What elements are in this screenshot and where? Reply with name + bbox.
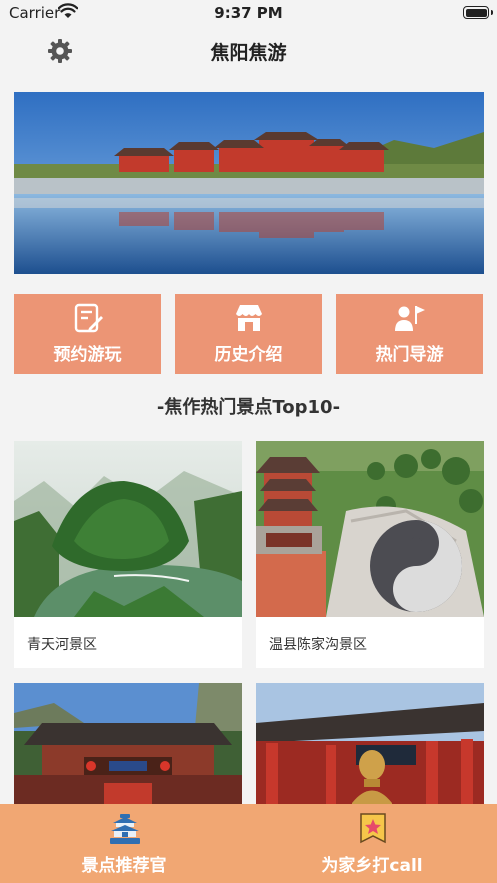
section-title: -焦作热门景点Top10-: [156, 397, 341, 418]
palace-lake-photo: [14, 92, 484, 274]
spot-name: 温县陈家沟景区: [269, 637, 367, 653]
spot-card[interactable]: [14, 683, 242, 804]
spot-photo: [256, 683, 484, 804]
spot-card[interactable]: [256, 683, 484, 804]
popular-guides-label: 热门导游: [375, 345, 444, 365]
page-title: 焦阳焦游: [210, 42, 287, 64]
quick-actions: 预约游玩 历史介绍 热门导游: [14, 294, 484, 374]
book-visit-button[interactable]: 预约游玩: [14, 294, 161, 374]
tab-label: 景点推荐官: [81, 856, 167, 876]
spot-photo: [256, 441, 484, 617]
tab-spot-recommend[interactable]: 景点推荐官: [0, 804, 248, 883]
tab-label: 为家乡打call: [321, 856, 423, 876]
status-bar: Carrier 9:37 PM: [0, 0, 497, 26]
edit-note-icon: [74, 303, 103, 333]
book-visit-label: 预约游玩: [53, 345, 122, 365]
popular-guides-button[interactable]: 热门导游: [336, 294, 483, 374]
tab-bar: 景点推荐官 为家乡打call: [0, 804, 497, 883]
guide-flag-icon: [395, 306, 425, 331]
spot-card[interactable]: 青天河景区: [14, 441, 242, 668]
nav-bar: 焦阳焦游: [0, 26, 497, 78]
temple-icon: [110, 814, 140, 844]
history-intro-button[interactable]: 历史介绍: [175, 294, 322, 374]
spot-photo: [14, 441, 242, 617]
spot-name: 青天河景区: [27, 637, 97, 653]
tab-hometown-call[interactable]: 为家乡打call: [248, 804, 496, 883]
history-intro-label: 历史介绍: [214, 345, 283, 365]
spot-card[interactable]: 温县陈家沟景区: [256, 441, 484, 668]
star-badge-icon: [360, 813, 386, 844]
spot-photo: [14, 683, 242, 804]
clock: 9:37 PM: [214, 4, 283, 22]
storefront-icon: [236, 305, 262, 331]
battery-icon: [463, 6, 493, 19]
banner-image[interactable]: [14, 92, 484, 274]
